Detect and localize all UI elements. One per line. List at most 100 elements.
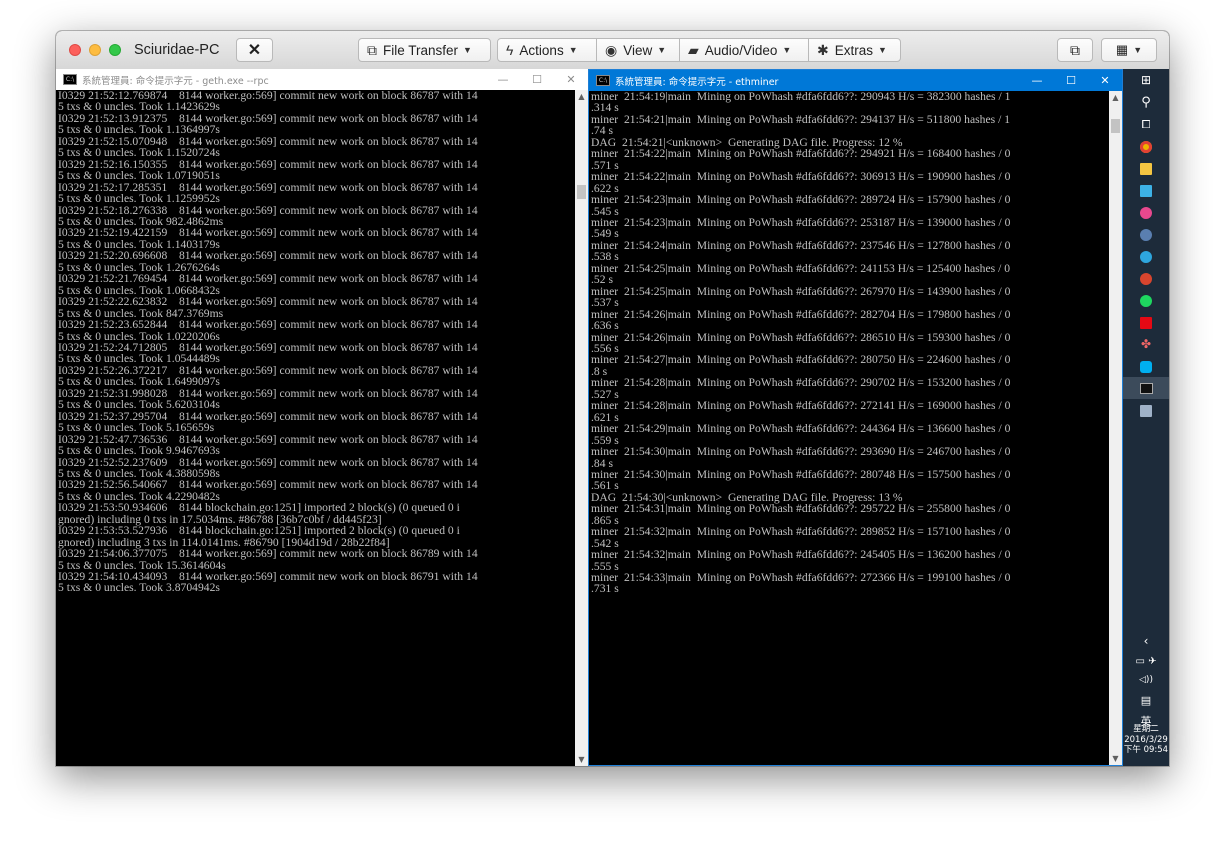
minimize-window-button[interactable] [89, 44, 101, 56]
audio-video-menu[interactable]: ▰ Audio/Video ▼ [679, 38, 809, 62]
grid-icon: ▦ [1115, 42, 1129, 57]
close-icon[interactable]: ✕ [1088, 70, 1122, 91]
scroll-down-icon[interactable]: ▼ [575, 753, 588, 766]
minimize-icon[interactable]: — [486, 69, 520, 90]
view-label: View [623, 42, 653, 58]
minimize-icon[interactable]: — [1020, 70, 1054, 91]
ethminer-scrollbar[interactable]: ▲ ▼ [1109, 91, 1122, 765]
eye-icon: ◉ [605, 41, 618, 58]
geth-titlebar[interactable]: C:\ 系統管理員: 命令提示字元 - geth.exe --rpc — ☐ ✕ [56, 69, 588, 90]
tools-icon: ✱ [817, 41, 829, 58]
system-tray-volume[interactable]: ◁)) [1123, 669, 1169, 691]
app-icon [1140, 206, 1152, 219]
screens-icon: ⧉ [1070, 41, 1080, 58]
chevron-down-icon: ▼ [878, 45, 887, 55]
close-window-button[interactable] [69, 44, 81, 56]
chevron-down-icon: ▼ [1133, 45, 1143, 55]
taskbar-app-skype[interactable] [1123, 355, 1169, 377]
chrome-icon [1140, 140, 1152, 153]
close-icon: ✕ [247, 42, 262, 59]
show-hidden-icons[interactable]: ‹ [1123, 630, 1169, 652]
actions-menu[interactable]: ϟ Actions ▼ [497, 38, 597, 62]
taskbar-app-explorer[interactable] [1123, 157, 1169, 179]
search-icon: ⚲ [1141, 95, 1151, 110]
ethminer-titlebar[interactable]: C:\ 系統管理員: 命令提示字元 - ethminer — ☐ ✕ [589, 70, 1122, 91]
taskbar-app-spotify[interactable] [1123, 289, 1169, 311]
clock-date: 2016/3/29 [1124, 734, 1168, 745]
file-transfer-menu[interactable]: ⧉ File Transfer ▼ [358, 38, 491, 62]
disconnect-button[interactable]: ✕ [236, 38, 273, 62]
taskbar-app-network[interactable] [1123, 399, 1169, 421]
taskbar-app-telegram[interactable] [1123, 245, 1169, 267]
chevron-left-icon: ‹ [1143, 634, 1149, 648]
view-menu[interactable]: ◉ View ▼ [596, 38, 680, 62]
taskbar-app-chrome[interactable] [1123, 135, 1169, 157]
geth-console-window[interactable]: C:\ 系統管理員: 命令提示字元 - geth.exe --rpc — ☐ ✕… [56, 69, 588, 766]
netflix-icon [1140, 316, 1152, 329]
folder-icon [1140, 162, 1152, 175]
display-options-menu[interactable]: ▦ ▼ [1101, 38, 1157, 62]
extras-menu[interactable]: ✱ Extras ▼ [808, 38, 901, 62]
telegram-icon [1140, 250, 1152, 263]
maximize-icon[interactable]: ☐ [520, 69, 554, 90]
extras-label: Extras [834, 42, 873, 58]
spotify-icon [1140, 294, 1152, 307]
search-button[interactable]: ⚲ [1123, 91, 1169, 113]
speaker-icon: ◁)) [1139, 675, 1153, 685]
image-icon [1140, 184, 1152, 197]
monitor-icon [1140, 404, 1152, 417]
window-title: Sciuridae-PC [134, 42, 220, 58]
actions-label: Actions [519, 42, 564, 58]
windows-taskbar: ⊞ ⚲ ⧠ ✤ ‹ ▭ ✈ ◁)) ▤ 英 下午 09:54 [1123, 69, 1169, 766]
ethminer-console-window[interactable]: C:\ 系統管理員: 命令提示字元 - ethminer — ☐ ✕ miner… [588, 69, 1123, 766]
file-transfer-icon: ⧉ [367, 41, 377, 58]
chat-icon: ▰ [688, 41, 699, 58]
windows-logo-icon: ⊞ [1140, 73, 1152, 87]
ethminer-console-output: miner 21:54:19|main Mining on PoWhash #d… [591, 91, 1011, 596]
scroll-down-icon[interactable]: ▼ [1109, 752, 1122, 765]
geth-title: 系統管理員: 命令提示字元 - geth.exe --rpc [82, 75, 269, 87]
audio-video-label: Audio/Video [704, 42, 778, 58]
pinwheel-icon: ✤ [1140, 337, 1152, 351]
notification-icon: ▤ [1140, 694, 1152, 707]
fullscreen-button[interactable]: ⧉ [1057, 38, 1093, 62]
scroll-up-icon[interactable]: ▲ [1109, 91, 1122, 104]
taskbar-app-bird[interactable] [1123, 267, 1169, 289]
scroll-thumb[interactable] [1111, 119, 1120, 133]
bird-icon [1140, 272, 1152, 285]
task-view-icon: ⧠ [1141, 118, 1151, 131]
chevron-down-icon: ▼ [463, 45, 472, 55]
console-icon [1139, 383, 1153, 394]
chevron-down-icon: ▼ [568, 45, 578, 55]
taskbar-app-cmd[interactable] [1123, 377, 1169, 399]
file-transfer-label: File Transfer [383, 42, 459, 58]
chevron-down-icon: ▼ [657, 45, 667, 55]
scroll-thumb[interactable] [577, 185, 586, 199]
ethminer-title: 系統管理員: 命令提示字元 - ethminer [615, 76, 779, 88]
scroll-up-icon[interactable]: ▲ [575, 90, 588, 103]
close-icon[interactable]: ✕ [554, 69, 588, 90]
clock-weekday: 星期二 [1133, 724, 1159, 734]
maximize-icon[interactable]: ☐ [1054, 70, 1088, 91]
geth-console-output: I0329 21:52:12.769874 8144 worker.go:569… [58, 90, 478, 595]
clock-extra: 星期二 2016/3/29 [1123, 724, 1169, 745]
steam-icon [1140, 228, 1152, 241]
remote-toolbar: Sciuridae-PC ✕ ⧉ File Transfer ▼ ϟ Actio… [56, 31, 1169, 70]
geth-scrollbar[interactable]: ▲ ▼ [575, 90, 588, 766]
task-view-button[interactable]: ⧠ [1123, 113, 1169, 135]
taskbar-app-pinwheel[interactable]: ✤ [1123, 333, 1169, 355]
remote-desktop-window: Sciuridae-PC ✕ ⧉ File Transfer ▼ ϟ Actio… [56, 31, 1169, 766]
taskbar-app-netflix[interactable] [1123, 311, 1169, 333]
action-center-button[interactable]: ▤ [1123, 689, 1169, 711]
console-icon: C:\ [596, 75, 610, 86]
skype-icon [1140, 360, 1152, 373]
lightning-icon: ϟ [506, 42, 514, 58]
taskbar-app-pink[interactable] [1123, 201, 1169, 223]
start-button[interactable]: ⊞ [1123, 69, 1169, 91]
zoom-window-button[interactable] [109, 44, 121, 56]
clock-time[interactable]: 下午 09:54 [1123, 745, 1169, 756]
taskbar-app-steam[interactable] [1123, 223, 1169, 245]
console-icon: C:\ [63, 74, 77, 85]
chevron-down-icon: ▼ [782, 45, 792, 55]
taskbar-app-photos[interactable] [1123, 179, 1169, 201]
